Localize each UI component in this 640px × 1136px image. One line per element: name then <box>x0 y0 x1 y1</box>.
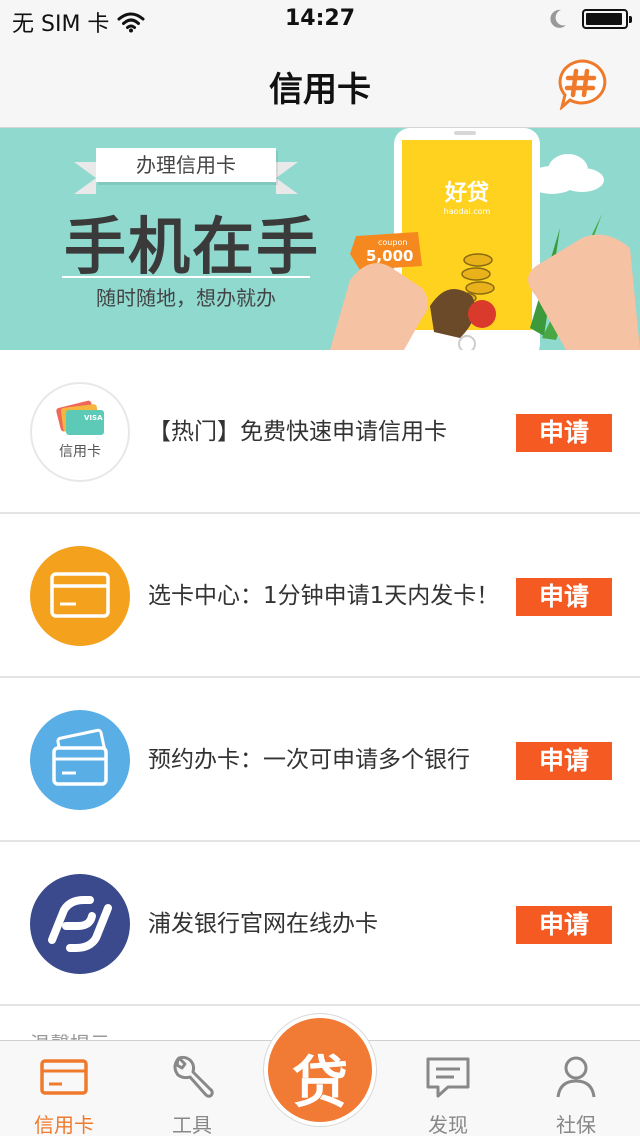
status-right <box>548 8 632 30</box>
battery-fill <box>586 13 622 25</box>
status-bar: 无 SIM 卡 14:27 <box>0 0 640 40</box>
promo-banner[interactable]: 办理信用卡 手机在手 随时随地，想办就办 好贷 haodai.com coupo… <box>0 128 640 350</box>
status-time: 14:27 <box>284 6 356 31</box>
banner-tag: 办理信用卡 <box>96 148 276 182</box>
list-item-card-center[interactable]: 选卡中心：1分钟申请1天内发卡！ 申请 <box>0 514 640 678</box>
chat-icon <box>426 1057 470 1098</box>
hashtag-icon <box>558 59 607 112</box>
list-item-text: 浦发银行官网在线办卡 <box>148 911 378 937</box>
tab-label: 信用卡 <box>34 1113 94 1136</box>
list-item-hot-credit-card[interactable]: VISA 信用卡 【热门】免费快速申请信用卡 申请 <box>0 350 640 514</box>
svg-text:coupon: coupon <box>378 238 407 247</box>
list-item-text: 预约办卡：一次可申请多个银行 <box>148 747 470 773</box>
credit-card-logo-icon: VISA 信用卡 <box>30 382 130 482</box>
topic-button[interactable] <box>556 58 608 112</box>
list-item-text: 选卡中心：1分钟申请1天内发卡！ <box>148 583 500 609</box>
banner-headline: 手机在手 <box>64 210 321 283</box>
app-domain-text: haodai.com <box>444 207 491 216</box>
moon-icon <box>550 9 566 28</box>
spdb-logo-graphic <box>48 896 112 952</box>
app-logo-text: 好贷 <box>444 180 489 206</box>
battery-tip <box>629 16 632 23</box>
coupon-tag: coupon 5,000 <box>350 232 422 270</box>
wrench-icon <box>173 1055 214 1098</box>
apply-button[interactable]: 申请 <box>516 414 612 452</box>
navigation-bar: 信用卡 <box>0 40 640 128</box>
tab-credit-card[interactable]: 信用卡 <box>14 1041 114 1136</box>
tab-label: 发现 <box>428 1113 468 1136</box>
svg-text:5,000: 5,000 <box>366 247 413 265</box>
apply-button[interactable]: 申请 <box>516 906 612 944</box>
card-stack-icon <box>30 710 130 810</box>
list-item-text: 【热门】免费快速申请信用卡 <box>148 419 447 445</box>
ribbon-left <box>74 162 96 194</box>
card-graphic <box>50 572 110 618</box>
tab-label: 社保 <box>556 1113 596 1136</box>
card-stack-graphic <box>52 728 108 786</box>
banner-divider <box>62 276 310 278</box>
credit-card-logo-graphic: VISA 信用卡 <box>56 400 104 460</box>
svg-text:信用卡: 信用卡 <box>59 444 101 460</box>
person-icon <box>556 1056 596 1098</box>
tab-label: 工具 <box>172 1113 212 1136</box>
tab-discover[interactable]: 发现 <box>398 1041 498 1136</box>
battery-icon <box>582 9 632 29</box>
loan-center-label: 贷 <box>292 1051 348 1116</box>
card-icon <box>30 546 130 646</box>
spdb-logo-icon <box>30 874 130 974</box>
svg-text:VISA: VISA <box>84 414 103 422</box>
app-screen: 无 SIM 卡 14:27 信用卡 办理信用卡 手机在手 随时随地，想办就办 好… <box>0 0 640 1136</box>
phone-illustration: 好贷 haodai.com coupon 5,000 <box>330 128 640 350</box>
page-title: 信用卡 <box>269 70 371 110</box>
apply-button[interactable]: 申请 <box>516 742 612 780</box>
apply-button[interactable]: 申请 <box>516 578 612 616</box>
tab-social-security[interactable]: 社保 <box>526 1041 626 1136</box>
loan-center-button[interactable]: 贷 <box>264 1014 376 1126</box>
ribbon-right <box>276 162 298 194</box>
credit-card-icon <box>40 1059 88 1095</box>
banner-subline: 随时随地，想办就办 <box>96 286 276 310</box>
tab-tools[interactable]: 工具 <box>142 1041 242 1136</box>
list-item-spdb[interactable]: 浦发银行官网在线办卡 申请 <box>0 842 640 1006</box>
list-item-reserve-card[interactable]: 预约办卡：一次可申请多个银行 申请 <box>0 678 640 842</box>
